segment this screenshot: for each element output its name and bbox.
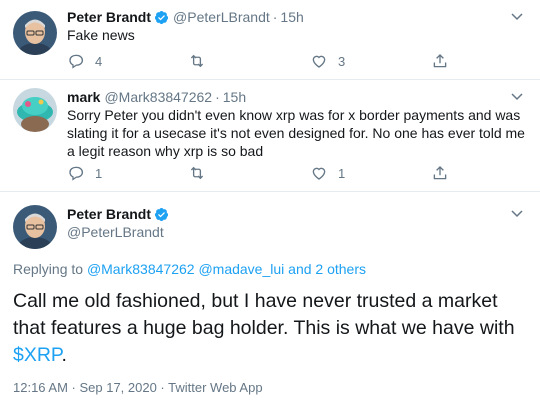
like-button[interactable]: 3 [310,52,345,70]
replying-to-line: Replying to @Mark83847262 @madave_lui an… [13,260,366,278]
tweet-peter-brandt-fake-news[interactable]: Peter Brandt @PeterLBrandt · 15h Fake ne… [0,0,540,80]
like-count: 3 [338,53,346,69]
share-button[interactable] [431,52,449,70]
handle[interactable]: @PeterLBrandt [173,8,270,26]
main-tweet: Peter Brandt @PeterLBrandt Replying to @… [0,192,540,413]
tweet-mark-reply[interactable]: mark @Mark83847262 · 15h Sorry Peter you… [0,80,540,190]
avatar-mark[interactable] [13,88,57,132]
chevron-down-icon[interactable] [510,207,524,221]
retweet-button[interactable] [188,164,216,182]
avatar-peter-brandt[interactable] [13,205,57,249]
handle[interactable]: @PeterLBrandt [67,223,164,241]
replying-others-link[interactable]: and 2 others [288,261,366,277]
timestamp[interactable]: 15h [280,8,303,26]
share-button[interactable] [431,164,449,182]
share-icon [433,54,447,68]
chevron-down-icon[interactable] [510,90,524,104]
avatar-peter-brandt[interactable] [13,11,57,55]
timestamp[interactable]: 15h [223,88,246,106]
main-author-name-line: Peter Brandt [67,205,169,223]
share-icon [433,166,447,180]
reply-button[interactable]: 4 [67,52,102,70]
separator-dot: · [215,89,220,105]
tweet2-header: mark @Mark83847262 · 15h [67,88,246,106]
reply-icon [69,166,84,181]
tweet1-header: Peter Brandt @PeterLBrandt · 15h [67,8,304,26]
cashtag-link[interactable]: $XRP [13,344,61,366]
tweet-text-end: . [61,344,67,366]
replying-user-link[interactable]: @madave_lui [198,261,284,277]
retweet-icon [190,54,204,68]
tweet-text: Sorry Peter you didn't even know xrp was… [67,107,525,159]
heart-icon [312,167,326,180]
main-tweet-text: Call me old fashioned, but I have never … [13,288,533,369]
verified-badge-icon [154,10,169,24]
heart-icon [312,55,326,68]
reply-button[interactable]: 1 [67,164,102,182]
replying-prefix: Replying to [13,261,84,277]
tweet-text: Fake news [67,27,135,43]
like-button[interactable]: 1 [310,164,345,182]
like-count: 1 [338,165,346,181]
chevron-down-icon[interactable] [510,10,524,24]
handle[interactable]: @Mark83847262 [104,88,212,106]
verified-badge-icon [154,207,169,221]
retweet-icon [190,166,204,180]
tweet-timestamp-source[interactable]: 12:16 AM · Sep 17, 2020 · Twitter Web Ap… [13,379,263,397]
reply-count: 1 [95,165,103,181]
tweet-text-body: Call me old fashioned, but I have never … [13,290,515,339]
retweet-button[interactable] [188,52,216,70]
display-name[interactable]: Peter Brandt [67,8,151,26]
separator-dot: · [272,9,278,25]
display-name[interactable]: Peter Brandt [67,205,151,223]
display-name[interactable]: mark [67,88,100,106]
reply-icon [69,54,84,69]
replying-user-link[interactable]: @Mark83847262 [87,261,195,277]
reply-count: 4 [95,53,103,69]
